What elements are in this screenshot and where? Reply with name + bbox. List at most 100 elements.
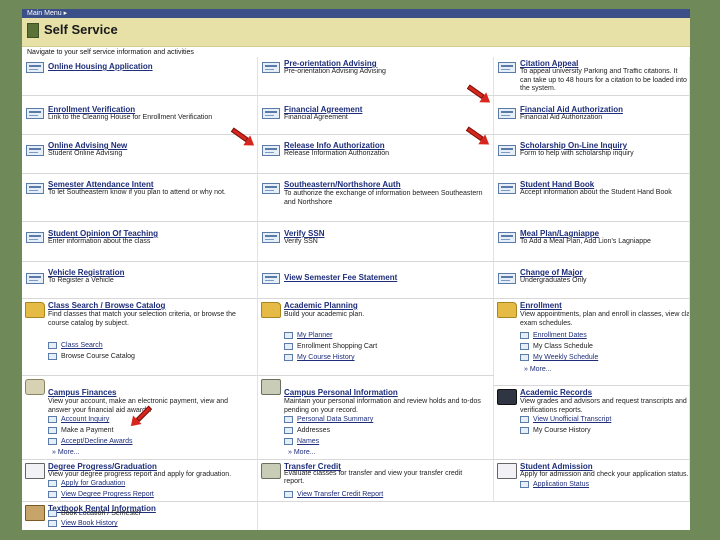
- tile-title[interactable]: View Semester Fee Statement: [284, 273, 397, 282]
- tile-scholarship-inquiry[interactable]: Scholarship On-Line Inquiry Form to help…: [494, 135, 690, 174]
- page-icon: [48, 427, 57, 434]
- tile-title[interactable]: Student Hand Book: [520, 180, 594, 189]
- section-campus-personal-info: Campus Personal Information Maintain you…: [258, 376, 494, 460]
- link-course-history-records[interactable]: My Course History: [520, 427, 591, 437]
- link-book-location[interactable]: Book Location / Semester: [48, 510, 141, 520]
- link-class-schedule[interactable]: My Class Schedule: [520, 343, 593, 353]
- tile-title[interactable]: Verify SSN: [284, 229, 324, 238]
- page-icon: [284, 343, 293, 350]
- page-icon: [48, 491, 57, 498]
- tile-financial-aid-authorization[interactable]: Financial Aid Authorization Financial Ai…: [494, 96, 690, 135]
- link-transfer-credit-report[interactable]: View Transfer Credit Report: [284, 491, 383, 501]
- link-make-payment[interactable]: Make a Payment: [48, 427, 114, 437]
- page-icon: [48, 510, 57, 517]
- page-title: Self Service: [44, 22, 118, 37]
- link-names[interactable]: Names: [284, 438, 319, 448]
- link-class-search[interactable]: Class Search: [48, 342, 103, 352]
- tile-preorientation-advising[interactable]: Pre-orientation Advising Pre-orientation…: [258, 57, 494, 96]
- section-title[interactable]: Campus Personal Information: [284, 388, 398, 397]
- main-menu-bar[interactable]: Main Menu ▸: [22, 9, 690, 18]
- link-degree-progress-report[interactable]: View Degree Progress Report: [48, 491, 154, 501]
- page-icon: [520, 481, 529, 488]
- more-link[interactable]: » More...: [52, 449, 80, 456]
- more-link[interactable]: » More...: [524, 366, 552, 373]
- tile-enrollment-verification[interactable]: Enrollment Verification Link to the Clea…: [22, 96, 258, 135]
- tile-citation-appeal[interactable]: Citation Appeal To appeal university Par…: [494, 57, 690, 96]
- tile-title[interactable]: Online Housing Application: [48, 62, 153, 71]
- section-title[interactable]: Academic Records: [520, 388, 592, 397]
- tile-title[interactable]: Enrollment Verification: [48, 105, 135, 114]
- link-shopping-cart[interactable]: Enrollment Shopping Cart: [284, 343, 377, 353]
- section-textbook-rental: Textbook Rental Information Book Locatio…: [22, 502, 258, 530]
- tile-title[interactable]: Scholarship On-Line Inquiry: [520, 141, 627, 150]
- tools-icon: [261, 463, 281, 479]
- tile-title[interactable]: Meal Plan/Lagniappe: [520, 229, 599, 238]
- page-icon: [498, 232, 516, 243]
- page-icon: [262, 145, 280, 156]
- page-icon: [498, 273, 516, 284]
- tile-change-of-major[interactable]: Change of Major Undergraduates Only: [494, 262, 690, 299]
- tile-title[interactable]: Online Advising New: [48, 141, 127, 150]
- tile-student-hand-book[interactable]: Student Hand Book Accept information abo…: [494, 174, 690, 222]
- section-degree-progress: Degree Progress/Graduation View your deg…: [22, 460, 258, 502]
- tile-description: Financial Agreement: [284, 114, 348, 121]
- page-icon: [498, 62, 516, 73]
- section-description: Maintain your personal information and r…: [284, 398, 481, 414]
- tile-title[interactable]: Pre-orientation Advising: [284, 59, 377, 68]
- tile-title[interactable]: Change of Major: [520, 268, 583, 277]
- section-title[interactable]: Academic Planning: [284, 301, 358, 310]
- tile-online-advising-new[interactable]: Online Advising New Student Online Advis…: [22, 135, 258, 174]
- page-icon: [284, 332, 293, 339]
- tile-semester-attendance-intent[interactable]: Semester Attendance Intent To let Southe…: [22, 174, 258, 222]
- tile-title[interactable]: Financial Agreement: [284, 105, 362, 114]
- section-title[interactable]: Enrollment: [520, 301, 562, 310]
- more-link[interactable]: » More...: [288, 449, 316, 456]
- section-title[interactable]: Class Search / Browse Catalog: [48, 301, 165, 310]
- tile-title[interactable]: Release Info Authorization: [284, 141, 385, 150]
- page-icon: [26, 62, 44, 73]
- tile-description: Verify SSN: [284, 238, 318, 245]
- tile-title[interactable]: Southeastern/Northshore Auth: [284, 180, 401, 189]
- tile-title[interactable]: Financial Aid Authorization: [520, 105, 623, 114]
- section-description: View your account, make an electronic pa…: [48, 398, 229, 414]
- page-icon: [520, 416, 529, 423]
- tile-online-housing[interactable]: Online Housing Application: [22, 57, 258, 96]
- tile-title[interactable]: Student Opinion Of Teaching: [48, 229, 158, 238]
- section-description: Apply for admission and check your appli…: [520, 471, 689, 478]
- link-enrollment-dates[interactable]: Enrollment Dates: [520, 332, 587, 342]
- link-personal-data-summary[interactable]: Personal Data Summary: [284, 416, 373, 426]
- link-browse-catalog[interactable]: Browse Course Catalog: [48, 353, 135, 363]
- page-icon: [284, 491, 293, 498]
- link-apply-graduation[interactable]: Apply for Graduation: [48, 480, 125, 490]
- graduation-cap-icon: [497, 389, 517, 405]
- tile-description: Undergraduates Only: [520, 277, 587, 284]
- page-icon: [498, 108, 516, 119]
- tile-title[interactable]: Vehicle Registration: [48, 268, 124, 277]
- link-accept-decline-awards[interactable]: Accept/Decline Awards: [48, 438, 132, 448]
- tile-vehicle-registration[interactable]: Vehicle Registration To Register a Vehic…: [22, 262, 258, 299]
- tile-student-opinion-teaching[interactable]: Student Opinion Of Teaching Enter inform…: [22, 222, 258, 262]
- link-application-status[interactable]: Application Status: [520, 481, 589, 491]
- page-icon: [262, 183, 280, 194]
- tile-description: Enter information about the class: [48, 238, 151, 245]
- page-icon: [26, 108, 44, 119]
- page-header: Self Service: [22, 18, 690, 47]
- link-my-planner[interactable]: My Planner: [284, 332, 332, 342]
- tile-meal-plan[interactable]: Meal Plan/Lagniappe To Add a Meal Plan, …: [494, 222, 690, 262]
- folder-icon: [497, 302, 517, 318]
- tile-view-fee-statement[interactable]: View Semester Fee Statement: [258, 262, 494, 299]
- section-title[interactable]: Campus Finances: [48, 388, 116, 397]
- tile-southeastern-northshore-auth[interactable]: Southeastern/Northshore Auth To authoriz…: [258, 174, 494, 222]
- link-book-history[interactable]: View Book History: [48, 520, 118, 530]
- tile-title[interactable]: Semester Attendance Intent: [48, 180, 154, 189]
- link-account-inquiry[interactable]: Account Inquiry: [48, 416, 109, 426]
- link-unofficial-transcript[interactable]: View Unofficial Transcript: [520, 416, 611, 426]
- main-menu-label[interactable]: Main Menu ▸: [27, 10, 67, 17]
- link-course-history[interactable]: My Course History: [284, 354, 355, 364]
- link-addresses[interactable]: Addresses: [284, 427, 330, 437]
- tile-financial-agreement[interactable]: Financial Agreement Financial Agreement: [258, 96, 494, 135]
- tile-release-info-authorization[interactable]: Release Info Authorization Release Infor…: [258, 135, 494, 174]
- tile-verify-ssn[interactable]: Verify SSN Verify SSN: [258, 222, 494, 262]
- link-weekly-schedule[interactable]: My Weekly Schedule: [520, 354, 598, 364]
- tile-title[interactable]: Citation Appeal: [520, 59, 578, 68]
